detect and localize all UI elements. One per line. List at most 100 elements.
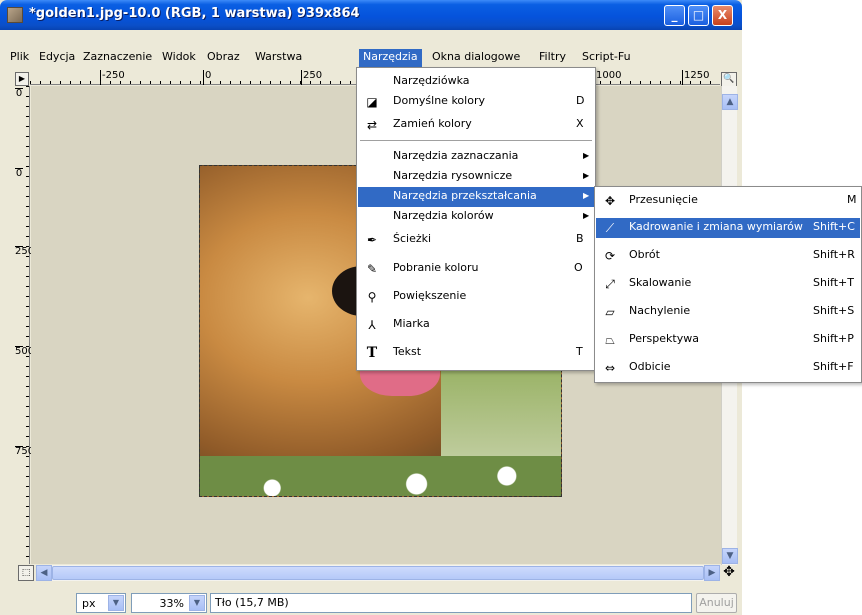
ruler-label: 1250	[682, 70, 709, 85]
rotate-icon: ⟳	[604, 249, 616, 263]
menu-item-powiekszenie[interactable]: ⚲ Powiększenie	[358, 287, 594, 307]
move-icon: ✥	[604, 194, 616, 208]
menu-item-shortcut: O	[574, 261, 583, 274]
menu-item-narzedzia-zaznaczania[interactable]: Narzędzia zaznaczania ▶	[358, 147, 594, 167]
paths-icon: ✒	[366, 233, 378, 247]
menu-item-shortcut: M	[847, 193, 857, 206]
chevron-down-icon[interactable]: ▼	[108, 595, 124, 611]
submenu-item-kadrowanie[interactable]: ⟋ Kadrowanie i zmiana wymiarów Shift+C	[596, 218, 860, 238]
ruler-label: 250	[15, 246, 35, 257]
submenu-item-perspektywa[interactable]: ⏢ Perspektywa Shift+P	[596, 330, 860, 350]
text-icon: T	[366, 345, 378, 361]
submenu-item-odbicie[interactable]: ⇔ Odbicie Shift+F	[596, 358, 860, 378]
menu-item-label: Narzędzia zaznaczania	[393, 149, 519, 162]
menu-item-shortcut: B	[576, 232, 584, 245]
ruler-label: -250	[100, 70, 125, 85]
menu-bar: Plik Edycja Zaznaczenie Widok Obraz Wars…	[0, 47, 742, 67]
zoom-select[interactable]: 33% ▼	[131, 593, 207, 613]
menu-script-fu[interactable]: Script-Fu	[578, 49, 635, 67]
menu-item-label: Domyślne kolory	[393, 94, 485, 107]
ruler-label: 750	[15, 446, 35, 457]
submenu-item-skalowanie[interactable]: ⤢ Skalowanie Shift+T	[596, 274, 860, 294]
menu-plik[interactable]: Plik	[6, 49, 33, 67]
menu-item-shortcut: Shift+R	[813, 248, 855, 261]
cancel-button[interactable]: Anuluj	[696, 593, 737, 613]
menu-item-miarka[interactable]: ⅄ Miarka	[358, 315, 594, 335]
menu-item-sciezki[interactable]: ✒ Ścieżki B	[358, 230, 594, 250]
menu-item-label: Miarka	[393, 317, 430, 330]
magnify-icon: ⚲	[367, 290, 377, 304]
menu-edycja[interactable]: Edycja	[35, 49, 79, 67]
maximize-button[interactable]: □	[688, 5, 709, 26]
menu-filtry[interactable]: Filtry	[535, 49, 570, 67]
tools-menu: Narzędziówka ◪ Domyślne kolory D ⇄ Zamie…	[356, 67, 596, 371]
menu-item-label: Narzędzia rysownicze	[393, 169, 513, 182]
menu-item-zamien-kolory[interactable]: ⇄ Zamień kolory X	[358, 115, 594, 135]
vertical-ruler: 0 0 250 500 750	[14, 86, 35, 564]
menu-item-label: Tekst	[393, 345, 422, 358]
measure-icon: ⅄	[368, 318, 376, 332]
menu-item-shortcut: Shift+T	[813, 276, 854, 289]
scroll-down-button[interactable]: ▼	[722, 548, 738, 564]
menu-item-label: Ścieżki	[393, 232, 432, 245]
navigate-icon[interactable]: ✥	[721, 565, 737, 581]
chevron-down-icon[interactable]: ▼	[189, 595, 205, 611]
menu-item-shortcut: Shift+C	[813, 220, 855, 233]
menu-item-shortcut: Shift+S	[813, 304, 855, 317]
flip-icon: ⇔	[604, 361, 616, 375]
menu-item-label: Narzędziówka	[393, 74, 470, 87]
quick-mask-button[interactable]: ⬚	[18, 565, 34, 581]
submenu-item-przesuniecie[interactable]: ✥ Przesunięcie M	[596, 191, 860, 211]
daisies	[200, 456, 561, 496]
ruler-label: 1000	[594, 70, 621, 85]
menu-item-narzedziowka[interactable]: Narzędziówka	[358, 72, 594, 92]
menu-arrow-button[interactable]: ▶	[15, 72, 29, 86]
menu-item-shortcut: X	[576, 117, 584, 130]
zoom-fit-icon[interactable]: 🔍	[721, 72, 737, 87]
menu-item-shortcut: Shift+P	[813, 332, 854, 345]
menu-warstwa[interactable]: Warstwa	[251, 49, 306, 67]
title-bar[interactable]: *golden1.jpg-10.0 (RGB, 1 warstwa) 939x8…	[0, 0, 742, 30]
ruler-label: 0	[15, 88, 23, 99]
minimize-button[interactable]: _	[664, 5, 685, 26]
scroll-left-button[interactable]: ◀	[36, 565, 52, 581]
menu-item-pobranie-koloru[interactable]: ✎ Pobranie koloru O	[358, 259, 594, 279]
menu-widok[interactable]: Widok	[158, 49, 200, 67]
submenu-item-nachylenie[interactable]: ▱ Nachylenie Shift+S	[596, 302, 860, 322]
menu-item-shortcut: D	[576, 94, 585, 107]
menu-item-label: Narzędzia przekształcania	[393, 189, 537, 202]
menu-item-label: Perspektywa	[629, 332, 699, 345]
scroll-up-button[interactable]: ▲	[722, 94, 738, 110]
menu-narzedzia[interactable]: Narzędzia	[359, 49, 422, 67]
unit-value: px	[82, 597, 96, 610]
window-title: *golden1.jpg-10.0 (RGB, 1 warstwa) 939x8…	[29, 6, 360, 21]
menu-item-narzedzia-kolorow[interactable]: Narzędzia kolorów ▶	[358, 207, 594, 227]
scroll-right-button[interactable]: ▶	[704, 565, 720, 581]
gimp-app-icon	[7, 7, 23, 23]
menu-item-label: Narzędzia kolorów	[393, 209, 494, 222]
menu-item-tekst[interactable]: T Tekst T	[358, 343, 594, 363]
menu-okna-dialogowe[interactable]: Okna dialogowe	[428, 49, 524, 67]
menu-obraz[interactable]: Obraz	[203, 49, 244, 67]
submenu-arrow-icon: ▶	[583, 151, 590, 160]
menu-item-shortcut: Shift+F	[813, 360, 854, 373]
menu-item-narzedzia-rysownicze[interactable]: Narzędzia rysownicze ▶	[358, 167, 594, 187]
menu-item-shortcut: T	[576, 345, 583, 358]
menu-zaznaczenie[interactable]: Zaznaczenie	[79, 49, 156, 67]
menu-item-label: Powiększenie	[393, 289, 467, 302]
menu-item-label: Nachylenie	[629, 304, 691, 317]
submenu-item-obrot[interactable]: ⟳ Obrót Shift+R	[596, 246, 860, 266]
unit-select[interactable]: px ▼	[76, 593, 126, 613]
menu-item-narzedzia-przeksztalcania[interactable]: Narzędzia przekształcania ▶	[358, 187, 594, 207]
menu-item-domyslne-kolory[interactable]: ◪ Domyślne kolory D	[358, 92, 594, 112]
scale-icon: ⤢	[605, 277, 615, 291]
horizontal-scroll-thumb[interactable]	[52, 566, 704, 580]
close-button[interactable]: X	[712, 5, 733, 26]
ruler-label: 0	[203, 70, 211, 85]
menu-item-label: Zamień kolory	[393, 117, 472, 130]
shear-icon: ▱	[605, 305, 615, 319]
perspective-icon: ⏢	[605, 333, 615, 347]
ruler-label: 500	[15, 346, 35, 357]
horizontal-scrollbar[interactable]: ◀ ▶	[36, 565, 720, 581]
menu-item-label: Kadrowanie i zmiana wymiarów	[629, 220, 803, 233]
